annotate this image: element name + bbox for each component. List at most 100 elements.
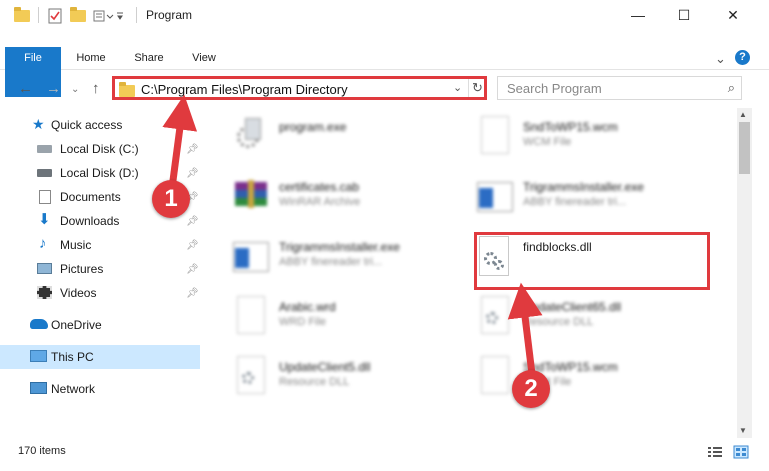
nav-label: Music bbox=[60, 238, 92, 252]
file-item[interactable]: program.exe bbox=[231, 112, 471, 162]
file-item[interactable]: SndToWP15.wcm WCM File bbox=[475, 112, 715, 162]
application-window-icon bbox=[231, 236, 271, 278]
search-icon: ⌕ bbox=[727, 80, 735, 95]
cloud-icon bbox=[30, 319, 48, 329]
nav-label: Quick access bbox=[51, 118, 123, 132]
pin-icon[interactable]: 📌︎ bbox=[186, 144, 199, 155]
file-name: SndToWP15.wcm bbox=[523, 120, 618, 134]
application-window-icon bbox=[475, 176, 515, 218]
pin-icon[interactable]: 📌︎ bbox=[186, 216, 199, 227]
help-icon[interactable]: ? bbox=[735, 50, 750, 65]
file-item[interactable]: Arabic.wrd WRD File bbox=[231, 292, 471, 342]
generic-file-icon bbox=[475, 356, 515, 398]
nav-network[interactable]: Network bbox=[0, 377, 200, 401]
address-dropdown-icon[interactable]: ⌄ bbox=[453, 81, 462, 94]
nav-label: Pictures bbox=[60, 262, 104, 276]
pin-icon[interactable]: 📌︎ bbox=[186, 240, 199, 251]
item-count: 170 items bbox=[18, 445, 66, 457]
close-button[interactable]: ✕ bbox=[710, 0, 756, 30]
pin-icon[interactable]: 📌︎ bbox=[186, 168, 199, 179]
ribbon-tabs: File Home Share View ⌄ ? bbox=[0, 47, 769, 97]
download-icon: ⬇ bbox=[38, 211, 51, 228]
title-bar: Program — ☐ ✕ bbox=[0, 0, 769, 30]
divider bbox=[136, 7, 137, 23]
address-bar[interactable]: C:\Program Files\Program Directory ⌄ ↻ bbox=[112, 76, 487, 100]
file-name: UpdateClient5.dll bbox=[279, 360, 371, 374]
file-type: WinRAR Archive bbox=[279, 196, 361, 208]
forward-arrow-icon[interactable]: → bbox=[46, 80, 61, 97]
recent-locations-icon[interactable]: ⌄ bbox=[71, 84, 79, 95]
window-title: Program bbox=[146, 8, 193, 22]
drive-icon bbox=[37, 169, 52, 177]
nav-this-pc[interactable]: This PC bbox=[0, 345, 200, 369]
address-path[interactable]: C:\Program Files\Program Directory bbox=[141, 82, 348, 97]
customize-toolbar-icon[interactable] bbox=[93, 7, 123, 25]
status-bar: 170 items bbox=[0, 441, 769, 463]
nav-quick-access[interactable]: ★ Quick access bbox=[0, 113, 200, 137]
generic-file-icon bbox=[475, 116, 515, 158]
file-type: ABBY finereader tri... bbox=[279, 256, 383, 268]
file-name: program.exe bbox=[279, 120, 347, 134]
nav-local-disk-c[interactable]: Local Disk (C:) 📌︎ bbox=[0, 137, 200, 161]
nav-label: Network bbox=[51, 382, 96, 396]
nav-label: OneDrive bbox=[51, 318, 102, 332]
file-name: certificates.cab bbox=[279, 180, 360, 194]
star-icon: ★ bbox=[32, 116, 45, 132]
tab-view[interactable]: View bbox=[184, 47, 224, 70]
folder-icon bbox=[119, 82, 135, 97]
refresh-icon[interactable]: ↻ bbox=[468, 79, 486, 97]
file-item[interactable]: UpdateClient5.dll Resource DLL bbox=[231, 352, 471, 402]
properties-icon[interactable] bbox=[48, 7, 62, 25]
nav-label: This PC bbox=[51, 350, 94, 364]
file-type: WCM File bbox=[523, 136, 572, 148]
maximize-button[interactable]: ☐ bbox=[661, 0, 707, 30]
nav-music[interactable]: ♪ Music 📌︎ bbox=[0, 233, 200, 257]
file-type: Resource DLL bbox=[279, 376, 350, 388]
vertical-scrollbar[interactable]: ▲ ▼ bbox=[737, 108, 752, 438]
nav-videos[interactable]: Videos 📌︎ bbox=[0, 281, 200, 305]
file-name: UpdateClient65.dll bbox=[523, 300, 622, 314]
file-item[interactable]: UpdateClient65.dll Resource DLL bbox=[475, 292, 715, 342]
scroll-thumb[interactable] bbox=[739, 122, 750, 174]
nav-label: Local Disk (C:) bbox=[60, 142, 139, 156]
drive-icon bbox=[37, 145, 52, 153]
tab-home[interactable]: Home bbox=[70, 47, 112, 70]
nav-label: Videos bbox=[60, 286, 97, 300]
nav-onedrive[interactable]: OneDrive bbox=[0, 313, 200, 337]
file-type: Resource DLL bbox=[523, 316, 594, 328]
file-type: ABBY finereader tri... bbox=[523, 196, 627, 208]
step-2-badge: 2 bbox=[512, 370, 550, 408]
pin-icon[interactable]: 📌︎ bbox=[186, 288, 199, 299]
folder-icon bbox=[14, 7, 30, 25]
installer-icon bbox=[231, 116, 271, 158]
up-arrow-icon[interactable]: ↑ bbox=[92, 80, 100, 97]
step-1-badge: 1 bbox=[152, 180, 190, 218]
details-view-icon[interactable] bbox=[707, 445, 723, 459]
network-icon bbox=[30, 382, 47, 394]
back-arrow-icon[interactable]: ← bbox=[18, 80, 33, 97]
winrar-archive-icon bbox=[231, 176, 271, 218]
videos-icon bbox=[37, 286, 52, 299]
large-icons-view-icon[interactable] bbox=[733, 445, 749, 459]
pictures-icon bbox=[37, 263, 52, 274]
divider bbox=[38, 7, 39, 23]
nav-label: Documents bbox=[60, 190, 121, 204]
findblocks-highlight bbox=[474, 232, 710, 290]
file-item[interactable]: TrigrammsInstaller.exe ABBY finereader t… bbox=[475, 172, 715, 222]
scroll-down-icon[interactable]: ▼ bbox=[739, 426, 747, 435]
computer-icon bbox=[30, 350, 47, 362]
generic-file-icon bbox=[231, 296, 271, 338]
expand-ribbon-icon[interactable]: ⌄ bbox=[715, 51, 726, 67]
scroll-up-icon[interactable]: ▲ bbox=[739, 110, 747, 119]
file-item[interactable]: certificates.cab WinRAR Archive bbox=[231, 172, 471, 222]
document-icon bbox=[39, 190, 51, 204]
tab-share[interactable]: Share bbox=[128, 47, 170, 70]
file-item[interactable]: TrigrammsInstaller.exe ABBY finereader t… bbox=[231, 232, 471, 282]
new-folder-icon[interactable] bbox=[70, 7, 86, 25]
search-input[interactable]: Search Program ⌕ bbox=[497, 76, 742, 100]
search-placeholder: Search Program bbox=[507, 81, 602, 96]
nav-pictures[interactable]: Pictures 📌︎ bbox=[0, 257, 200, 281]
minimize-button[interactable]: — bbox=[615, 0, 661, 30]
pin-icon[interactable]: 📌︎ bbox=[186, 264, 199, 275]
file-item[interactable]: SndToWP15.wcm WCM File bbox=[475, 352, 715, 402]
